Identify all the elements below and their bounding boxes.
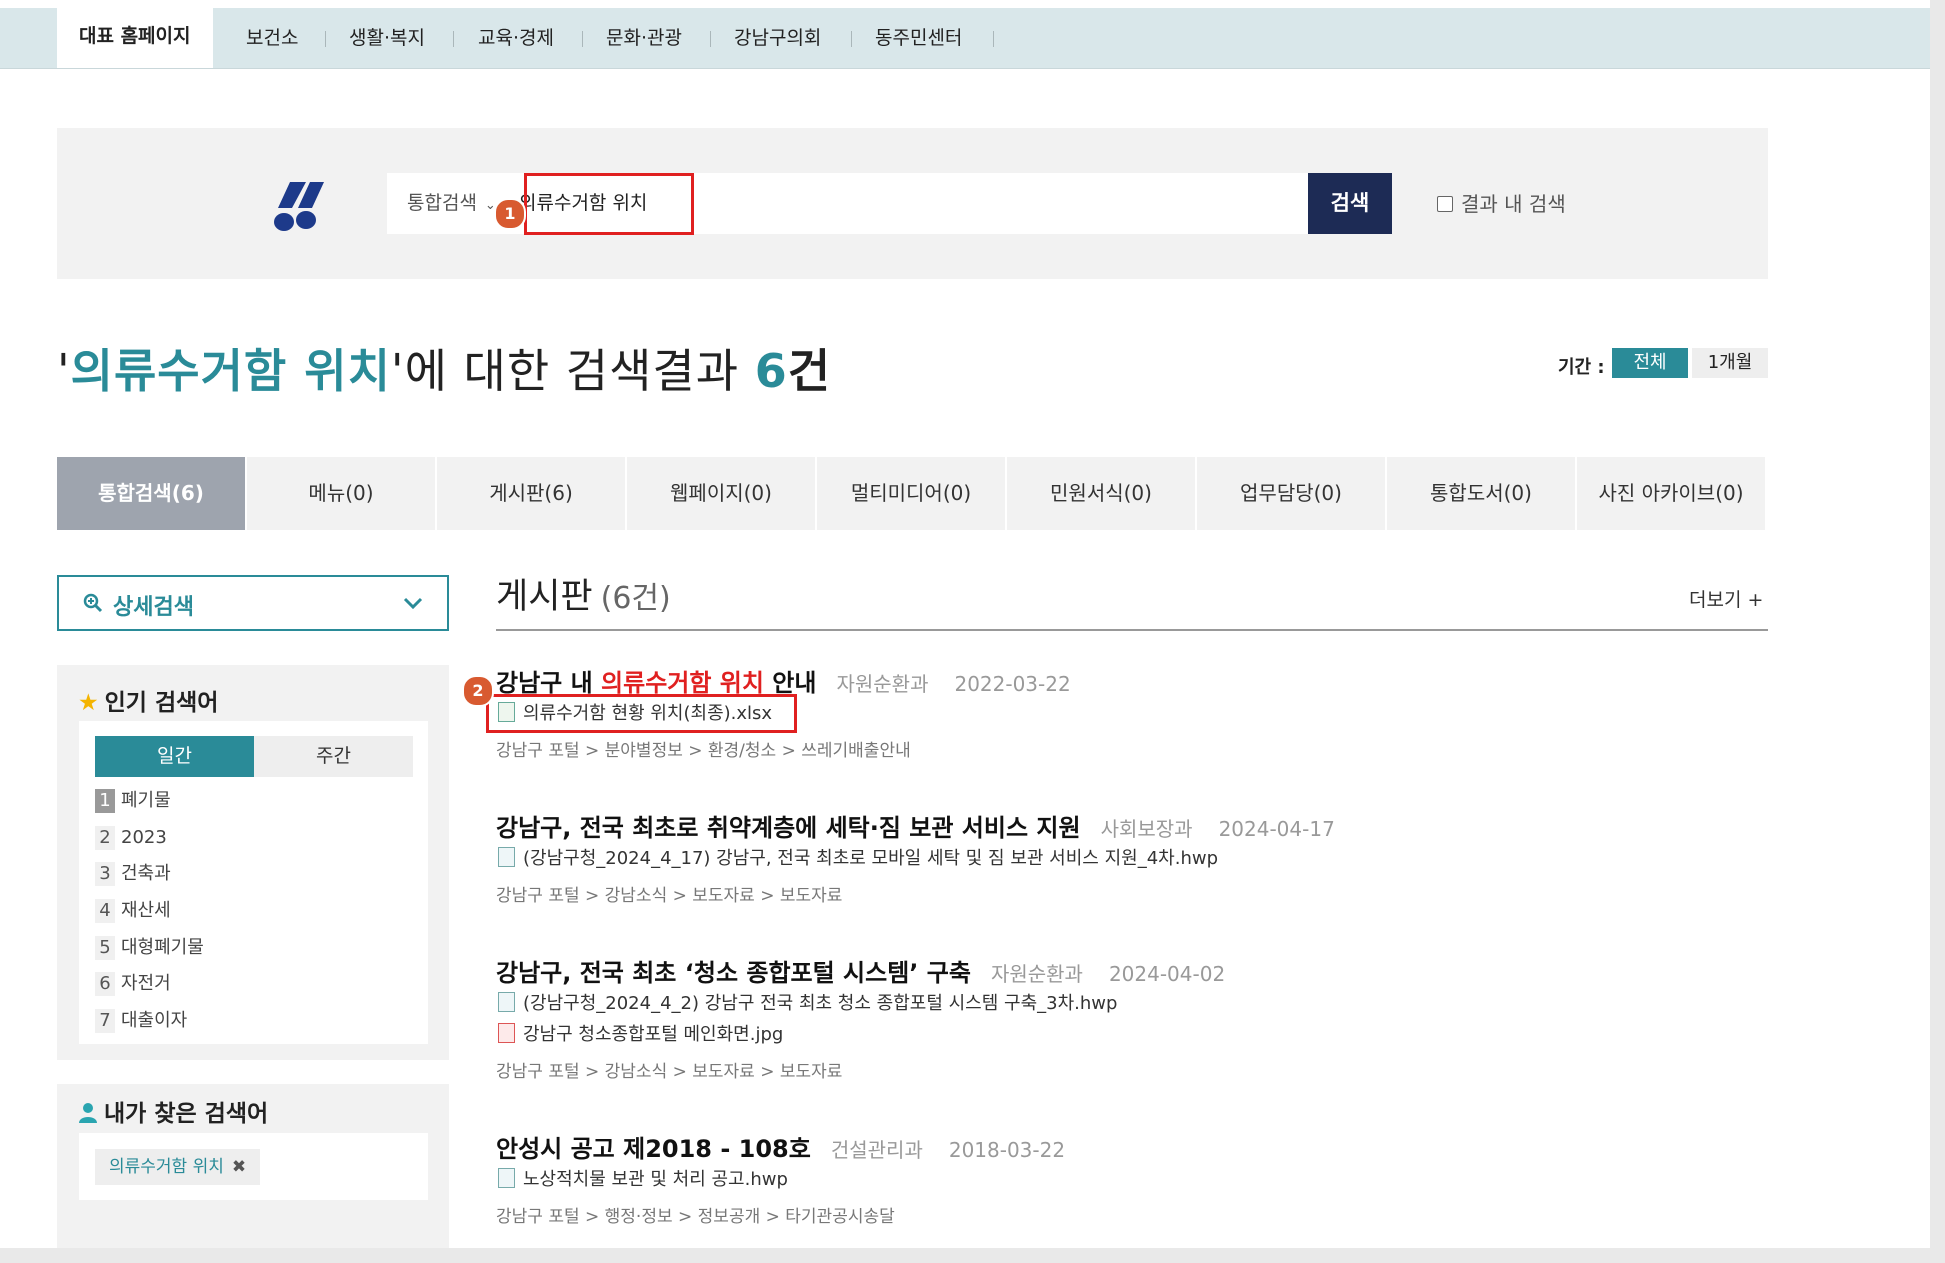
popular-keyword-item[interactable]: 2 2023 <box>95 826 167 850</box>
attachment-link[interactable]: 강남구 청소종합포털 메인화면.jpg <box>498 1023 783 1045</box>
popular-keyword-item[interactable]: 4 재산세 <box>95 899 171 923</box>
my-searches-title: 내가 찾은 검색어 <box>78 1094 268 1128</box>
result-date: 2018-03-22 <box>948 1138 1066 1162</box>
search-button[interactable]: 검색 <box>1308 173 1392 234</box>
result-breadcrumb: 강남구 포털 > 강남소식 > 보도자료 > 보도자료 <box>496 1062 843 1082</box>
tab-menu[interactable]: 메뉴(0) <box>247 457 435 530</box>
result-title-link[interactable]: 강남구 내 의류수거함 위치 안내 자원순환과 2022-03-22 <box>496 663 1071 698</box>
result-breadcrumb: 강남구 포털 > 강남소식 > 보도자료 > 보도자료 <box>496 886 843 906</box>
tab-webpage[interactable]: 웹페이지(0) <box>627 457 815 530</box>
attachment-link[interactable]: (강남구청_2024_4_17) 강남구, 전국 최초로 모바일 세탁 및 짐 … <box>498 847 1218 869</box>
advanced-search-toggle[interactable]: 상세검색 <box>57 575 449 631</box>
period-option-1month[interactable]: 1개월 <box>1692 348 1768 378</box>
tab-separator <box>325 31 326 47</box>
annotation-highlight-attachment <box>486 694 797 733</box>
result-department: 건설관리과 <box>830 1138 923 1162</box>
zoom-in-icon <box>83 593 103 613</box>
result-department: 자원순환과 <box>836 672 929 696</box>
hwp-file-icon <box>498 847 515 867</box>
result-date: 2024-04-02 <box>1108 962 1226 986</box>
popular-keyword-item[interactable]: 6 자전거 <box>95 972 171 996</box>
result-title-link[interactable]: 강남구, 전국 최초 ‘청소 종합포털 시스템’ 구축 자원순환과 2024-04-… <box>496 953 1225 988</box>
tab-board[interactable]: 게시판(6) <box>437 457 625 530</box>
annotation-badge-2: 2 <box>462 675 494 707</box>
tab-main-homepage[interactable]: 대표 홈페이지 <box>57 6 213 68</box>
image-file-icon <box>498 1023 515 1043</box>
result-date: 2024-04-17 <box>1218 817 1335 841</box>
tab-separator <box>993 31 994 47</box>
result-title-link[interactable]: 강남구, 전국 최초로 취약계층에 세탁·짐 보관 서비스 지원 사회보장과 202… <box>496 808 1335 843</box>
result-department: 자원순환과 <box>990 962 1083 986</box>
tab-separator <box>710 31 711 47</box>
board-section-title: 게시판 (6건) <box>496 577 671 617</box>
result-title-link[interactable]: 안성시 공고 제2018 - 108호 건설관리과 2018-03-22 <box>496 1129 1065 1164</box>
result-date: 2022-03-22 <box>954 672 1071 696</box>
tab-district-council[interactable]: 강남구의회 <box>734 8 821 68</box>
result-breadcrumb: 강남구 포털 > 행정·정보 > 정보공개 > 타기관공시송달 <box>496 1207 895 1227</box>
popular-keyword-item[interactable]: 5 대형폐기물 <box>95 936 204 960</box>
tab-community-center[interactable]: 동주민센터 <box>875 8 962 68</box>
top-navigation: 대표 홈페이지 보건소 생활·복지 교육·경제 문화·관광 강남구의회 동주민센… <box>0 6 1930 69</box>
close-icon[interactable]: ✖ <box>232 1157 246 1177</box>
popular-tab-daily[interactable]: 일간 <box>95 736 254 777</box>
search-scope-select[interactable]: 통합검색 ⌄ <box>407 173 496 234</box>
tab-life-welfare[interactable]: 생활·복지 <box>349 8 425 68</box>
tab-culture-tourism[interactable]: 문화·관광 <box>606 8 682 68</box>
user-icon <box>79 1103 97 1123</box>
period-label: 기간 : <box>1558 357 1605 378</box>
popular-keywords-title: ★ 인기 검색어 <box>78 690 219 716</box>
period-option-all[interactable]: 전체 <box>1612 348 1688 378</box>
tab-library[interactable]: 통합도서(0) <box>1387 457 1575 530</box>
more-link[interactable]: 더보기 + <box>1689 585 1763 612</box>
checkbox-icon <box>1437 196 1453 212</box>
tab-separator <box>851 31 852 47</box>
tab-staff[interactable]: 업무담당(0) <box>1197 457 1385 530</box>
search-within-results-checkbox[interactable]: 결과 내 검색 <box>1437 188 1566 217</box>
gangnam-logo-icon <box>274 182 324 231</box>
tab-education-economy[interactable]: 교육·경제 <box>478 8 554 68</box>
result-title: '의류수거함 위치'에 대한 검색결과 6건 <box>57 344 832 398</box>
attachment-link[interactable]: (강남구청_2024_4_2) 강남구 전국 최초 청소 종합포털 시스템 구축… <box>498 992 1117 1014</box>
tab-photo-archive[interactable]: 사진 아카이브(0) <box>1577 457 1765 530</box>
popular-keyword-item[interactable]: 3 건축과 <box>95 862 171 886</box>
tab-separator <box>453 31 454 47</box>
popular-tab-weekly[interactable]: 주간 <box>254 736 413 777</box>
tab-integrated-search[interactable]: 통합검색(6) <box>57 457 245 530</box>
popular-keyword-item[interactable]: 1 폐기물 <box>95 789 171 813</box>
hwp-file-icon <box>498 1168 515 1188</box>
tab-multimedia[interactable]: 멀티미디어(0) <box>817 457 1005 530</box>
chevron-down-icon <box>403 597 423 610</box>
section-divider <box>496 629 1768 631</box>
annotation-highlight-search <box>524 173 694 235</box>
my-search-chip[interactable]: 의류수거함 위치 ✖ <box>95 1149 261 1185</box>
hwp-file-icon <box>498 992 515 1012</box>
attachment-link[interactable]: 노상적치물 보관 및 처리 공고.hwp <box>498 1168 788 1190</box>
result-department: 사회보장과 <box>1100 817 1193 841</box>
annotation-badge-1: 1 <box>494 198 526 230</box>
tab-health-center[interactable]: 보건소 <box>246 8 298 68</box>
page: 대표 홈페이지 보건소 생활·복지 교육·경제 문화·관광 강남구의회 동주민센… <box>0 0 1930 1248</box>
popular-keyword-item[interactable]: 7 대출이자 <box>95 1009 187 1033</box>
result-breadcrumb: 강남구 포털 > 분야별정보 > 환경/청소 > 쓰레기배출안내 <box>496 741 911 761</box>
tab-separator <box>582 31 583 47</box>
star-icon: ★ <box>78 690 99 716</box>
category-tabs: 통합검색(6) 메뉴(0) 게시판(6) 웹페이지(0) 멀티미디어(0) 민원… <box>57 457 1766 530</box>
tab-civil-forms[interactable]: 민원서식(0) <box>1007 457 1195 530</box>
